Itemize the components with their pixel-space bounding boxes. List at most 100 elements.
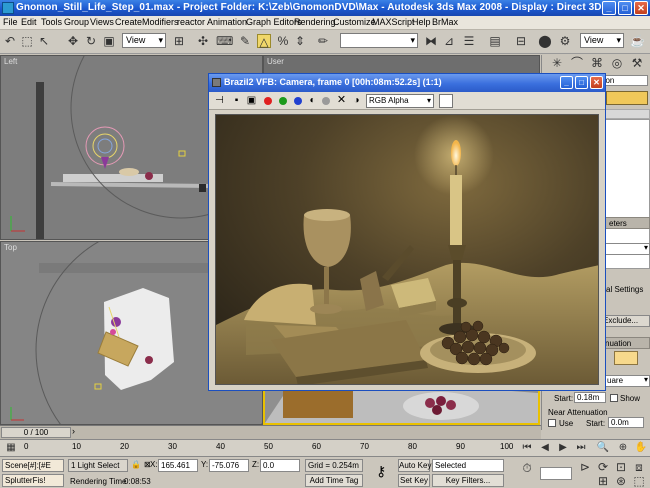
next-frame-icon[interactable]: › bbox=[72, 426, 75, 436]
orbit-icon[interactable]: ⟳ bbox=[596, 460, 610, 474]
z-coordinate-input[interactable]: 0.0 bbox=[260, 459, 300, 472]
menu-maxscript[interactable]: MAXScript bbox=[372, 17, 415, 27]
menu-modifiers[interactable]: Modifiers bbox=[142, 17, 179, 27]
pivot-icon[interactable]: ⊞ bbox=[172, 34, 186, 48]
walk-through-icon[interactable]: ⊡ bbox=[614, 460, 628, 474]
maximize-viewport-icon[interactable]: ⧈ bbox=[632, 460, 646, 474]
menu-rendering[interactable]: Rendering bbox=[294, 17, 336, 27]
render-type-dropdown[interactable]: View bbox=[580, 33, 624, 48]
key-filters-button[interactable]: Key Filters... bbox=[432, 474, 504, 487]
edit-named-selection-icon[interactable]: ✏ bbox=[316, 34, 330, 48]
menu-create[interactable]: Create bbox=[115, 17, 142, 27]
track-bar[interactable]: ▦ 0 10 20 30 40 50 60 70 80 90 100 ⏮ ◀ ▶… bbox=[0, 439, 650, 456]
align-icon[interactable]: ⊿ bbox=[442, 34, 456, 48]
set-key-icon[interactable]: ⚷ bbox=[376, 463, 386, 480]
motion-tab-icon[interactable]: ◎ bbox=[610, 56, 624, 70]
exclude-button[interactable]: Exclude... bbox=[600, 315, 650, 327]
parameters-rollout-header[interactable]: eters bbox=[600, 217, 650, 229]
maxscript-listener[interactable]: SplutterFis! bbox=[2, 474, 64, 487]
frame-counter[interactable]: 0 / 100 bbox=[1, 427, 71, 438]
background-color-swatch[interactable] bbox=[439, 94, 453, 108]
create-tab-icon[interactable]: ✳ bbox=[550, 56, 564, 70]
x-coordinate-input[interactable]: 165.461 bbox=[158, 459, 198, 472]
vfb-window[interactable]: Brazil2 VFB: Camera, frame 0 [00h:08m:52… bbox=[208, 73, 606, 391]
select-region-icon[interactable]: ⬚ bbox=[20, 34, 34, 48]
rotate-icon[interactable]: ↻ bbox=[84, 34, 98, 48]
reference-coordinate-dropdown[interactable]: View bbox=[122, 33, 166, 48]
blue-channel-icon[interactable] bbox=[294, 97, 302, 105]
schematic-view-icon[interactable]: ⊟ bbox=[514, 34, 528, 48]
time-config-icon[interactable]: ⏱ bbox=[520, 461, 534, 475]
pin-icon[interactable]: ⊣ bbox=[214, 95, 225, 106]
vfb-maximize-button[interactable]: □ bbox=[575, 76, 588, 89]
modify-tab-icon[interactable]: ⌒ bbox=[570, 56, 584, 70]
move-icon[interactable]: ✥ bbox=[66, 34, 80, 48]
copy-icon[interactable]: ▣ bbox=[246, 95, 257, 106]
quick-render-icon[interactable]: ☕ bbox=[630, 34, 645, 48]
vfb-close-button[interactable]: ✕ bbox=[590, 76, 603, 89]
render-setup-icon[interactable]: ⚙ bbox=[558, 34, 572, 48]
previous-frame-icon[interactable]: ◀ bbox=[538, 441, 552, 455]
display-toggle-icon[interactable]: ◑ bbox=[351, 95, 362, 106]
material-editor-icon[interactable]: ⬤ bbox=[538, 34, 552, 48]
near-use-checkbox[interactable] bbox=[548, 419, 556, 427]
maximize-button[interactable]: □ bbox=[618, 1, 632, 15]
zoom-all-icon[interactable]: ⊕ bbox=[616, 441, 630, 455]
key-selection-dropdown[interactable]: Selected bbox=[432, 459, 504, 472]
curve-editor-icon[interactable]: ▤ bbox=[488, 34, 502, 48]
named-selection-dropdown[interactable] bbox=[340, 33, 418, 48]
hierarchy-tab-icon[interactable]: ⌘ bbox=[590, 56, 604, 70]
start-value-input[interactable]: 0.18m bbox=[574, 392, 606, 403]
angle-snap-icon[interactable]: △ bbox=[257, 34, 271, 49]
menu-views[interactable]: Views bbox=[90, 17, 114, 27]
menu-brmax[interactable]: BrMax bbox=[432, 17, 458, 27]
arc-rotate-icon[interactable]: ⊛ bbox=[614, 474, 628, 488]
go-to-start-icon[interactable]: ⏮ bbox=[520, 441, 534, 455]
spinner-snap-icon[interactable]: ⇕ bbox=[293, 34, 307, 48]
menu-file[interactable]: File bbox=[3, 17, 18, 27]
viewport-user-label[interactable]: User bbox=[267, 57, 284, 66]
vfb-title-bar[interactable]: Brazil2 VFB: Camera, frame 0 [00h:08m:52… bbox=[209, 74, 605, 92]
scale-icon[interactable]: ▣ bbox=[102, 34, 116, 48]
utilities-tab-icon[interactable]: ⚒ bbox=[630, 56, 644, 70]
object-color-swatch[interactable] bbox=[606, 91, 648, 105]
keyboard-shortcut-icon[interactable]: ⌨ bbox=[216, 34, 233, 48]
green-channel-icon[interactable] bbox=[279, 97, 287, 105]
red-channel-icon[interactable] bbox=[264, 97, 272, 105]
play-icon[interactable]: ▶ bbox=[556, 441, 570, 455]
select-manipulate-icon[interactable]: ✣ bbox=[196, 34, 210, 48]
current-frame-input[interactable] bbox=[540, 467, 572, 480]
menu-tools[interactable]: Tools bbox=[41, 17, 62, 27]
add-time-tag-button[interactable]: Add Time Tag bbox=[305, 474, 363, 487]
minimize-button[interactable]: _ bbox=[602, 1, 616, 15]
min-max-toggle-icon[interactable]: ⬚ bbox=[632, 474, 646, 488]
auto-key-button[interactable]: Auto Key bbox=[398, 459, 431, 472]
undo-icon[interactable]: ↶ bbox=[3, 34, 17, 48]
zoom-icon[interactable]: 🔍 bbox=[596, 441, 610, 455]
menu-group[interactable]: Group bbox=[64, 17, 89, 27]
time-slider[interactable]: 0 / 100 › bbox=[0, 425, 541, 439]
layer-manager-icon[interactable]: ☰ bbox=[462, 34, 476, 48]
show-checkbox[interactable] bbox=[610, 394, 618, 402]
shadow-type-dropdown[interactable] bbox=[600, 243, 650, 255]
decay-type-dropdown[interactable]: uare bbox=[604, 375, 650, 387]
lock-icon[interactable]: 🔒 bbox=[131, 460, 141, 469]
menu-customize[interactable]: Customize bbox=[333, 17, 376, 27]
menu-edit[interactable]: Edit bbox=[21, 17, 37, 27]
zoom-extents-icon[interactable]: ⊞ bbox=[596, 474, 610, 488]
field-of-view-icon[interactable]: ⊳ bbox=[578, 460, 592, 474]
y-coordinate-input[interactable]: -75.076 bbox=[209, 459, 249, 472]
mono-channel-icon[interactable] bbox=[322, 97, 330, 105]
save-icon[interactable]: ▪ bbox=[231, 95, 242, 106]
attenuation-rollout-header[interactable]: nuation bbox=[600, 337, 650, 349]
scene-label[interactable]: Scene[#]:[#E bbox=[2, 459, 64, 472]
percent-snap-icon[interactable]: % bbox=[276, 34, 290, 48]
select-icon[interactable]: ↖ bbox=[37, 34, 51, 48]
pan-icon[interactable]: ✋ bbox=[634, 441, 648, 455]
menu-help[interactable]: Help bbox=[412, 17, 431, 27]
clear-icon[interactable]: ✕ bbox=[336, 95, 347, 106]
next-key-icon[interactable]: ⏭ bbox=[574, 441, 588, 455]
curve-editor-mini-icon[interactable]: ▦ bbox=[4, 441, 18, 455]
vfb-minimize-button[interactable]: _ bbox=[560, 76, 573, 89]
menu-reactor[interactable]: reactor bbox=[177, 17, 205, 27]
